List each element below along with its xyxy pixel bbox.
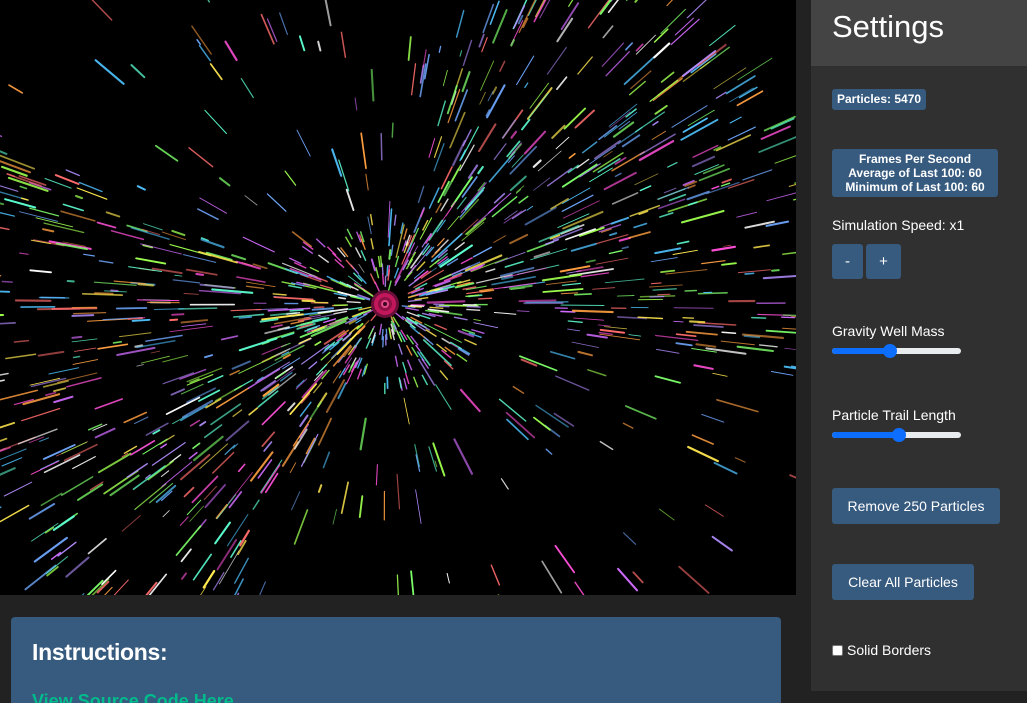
view-source-link[interactable]: View Source Code Here	[32, 691, 234, 703]
instructions-title: Instructions:	[32, 639, 168, 665]
fps-average: Average of Last 100: 60	[848, 166, 982, 180]
solid-borders-option[interactable]: Solid Borders	[832, 642, 931, 658]
simulation-canvas[interactable]	[0, 0, 796, 595]
particle-trail-length-slider[interactable]	[832, 426, 961, 444]
solid-borders-checkbox[interactable]	[832, 644, 843, 656]
speed-increase-button[interactable]: +	[866, 244, 901, 279]
remove-particles-button[interactable]: Remove 250 Particles	[832, 488, 1000, 524]
particle-streaks	[0, 0, 796, 595]
slider-thumb[interactable]	[892, 428, 906, 442]
gravity-well-mass-slider[interactable]	[832, 342, 961, 360]
settings-title: Settings	[832, 9, 945, 44]
settings-header: Settings	[811, 0, 1027, 66]
gravity-well[interactable]	[371, 290, 399, 318]
instructions-panel: Instructions: View Source Code Here	[11, 617, 781, 703]
fps-heading: Frames Per Second	[858, 152, 972, 166]
gravity-well-mass-label: Gravity Well Mass	[832, 323, 945, 339]
simulation-speed-label: Simulation Speed: x1	[832, 217, 965, 233]
slider-fill	[832, 432, 899, 438]
fps-minimum: Minimum of Last 100: 60	[845, 180, 985, 194]
particle-count-badge: Particles: 5470	[832, 89, 927, 110]
slider-thumb[interactable]	[883, 344, 897, 358]
particle-trail-length-label: Particle Trail Length	[832, 407, 956, 423]
clear-particles-button[interactable]: Clear All Particles	[832, 564, 974, 600]
solid-borders-label: Solid Borders	[847, 642, 932, 658]
particle-field[interactable]	[0, 0, 796, 595]
settings-panel: Settings Particles: 5470 Frames Per Seco…	[811, 0, 1027, 691]
app-root: Instructions: View Source Code Here Sett…	[0, 0, 1027, 703]
speed-decrease-button[interactable]: -	[832, 244, 863, 279]
fps-badge: Frames Per Second Average of Last 100: 6…	[832, 149, 998, 197]
slider-fill	[832, 348, 890, 354]
